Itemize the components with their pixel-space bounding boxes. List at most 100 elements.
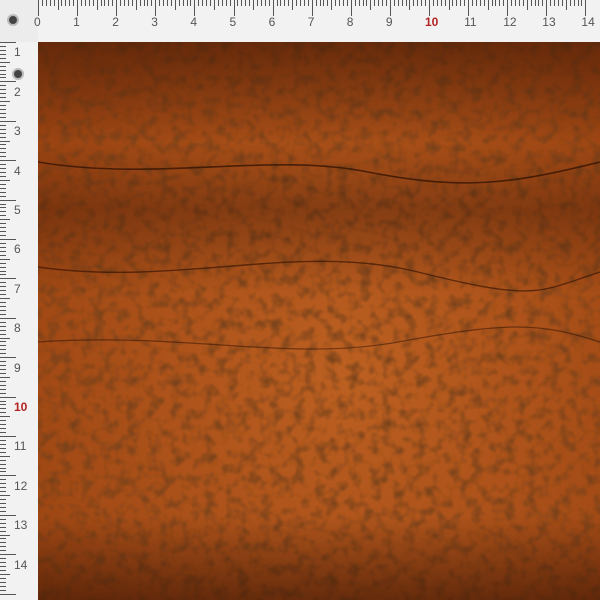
ruler-tick	[0, 372, 6, 374]
ruler-tick	[0, 152, 6, 154]
ruler-tick	[131, 0, 133, 6]
ruler-tick	[339, 0, 341, 6]
ruler-tick	[225, 0, 227, 6]
ruler-tick	[448, 0, 450, 10]
ruler-top-label: 11	[464, 15, 477, 29]
ruler-tick	[0, 522, 6, 524]
ruler-tick	[585, 0, 587, 16]
ruler-tick	[0, 97, 6, 99]
ruler-tick	[307, 0, 309, 6]
ruler-tick	[456, 0, 458, 6]
ruler-tick	[0, 42, 16, 43]
ruler-tick	[0, 195, 6, 197]
ruler-tick	[0, 593, 16, 595]
ruler-tick	[100, 0, 102, 6]
ruler-tick	[503, 0, 505, 6]
ruler-tick	[143, 0, 145, 6]
ruler-tick	[315, 0, 317, 6]
ruler-tick	[0, 337, 10, 339]
ruler-tick	[0, 258, 10, 260]
ruler-top-label: 0	[34, 15, 41, 29]
ruler-tick	[475, 0, 477, 6]
ruler-tick	[511, 0, 513, 6]
ruler-tick	[0, 274, 6, 276]
ruler-tick	[0, 341, 6, 343]
ruler-tick	[366, 0, 368, 6]
ruler-tick	[0, 396, 16, 398]
ruler-tick	[206, 0, 208, 6]
ruler-tick	[0, 69, 6, 71]
ruler-tick	[272, 0, 274, 16]
ruler-tick	[0, 546, 6, 548]
ruler-tick	[268, 0, 270, 6]
ruler-tick	[421, 0, 423, 6]
ruler-tick	[0, 569, 6, 571]
ruler-tick	[0, 49, 6, 51]
ruler-left-label: 9	[14, 360, 21, 375]
ruler-tick	[0, 187, 6, 189]
ruler-tick	[41, 0, 43, 6]
ruler-tick	[577, 0, 579, 6]
ruler-tick	[147, 0, 149, 6]
ruler-tick	[0, 286, 6, 288]
ruler-tick	[280, 0, 282, 6]
ruler-tick	[0, 479, 6, 481]
ruler-tick	[550, 0, 552, 6]
ruler-tick	[241, 0, 243, 6]
ruler-tick	[0, 463, 6, 465]
ruler-tick	[0, 518, 6, 520]
ruler-top-label: 2	[112, 15, 119, 29]
ruler-left-label: 2	[14, 84, 21, 99]
ruler-tick	[0, 160, 16, 162]
ruler-tick	[526, 0, 528, 10]
ruler-tick	[0, 246, 6, 248]
ruler-tick	[581, 0, 583, 6]
ruler-corner	[0, 0, 38, 42]
ruler-tick	[0, 93, 6, 95]
ruler-left-label: 8	[14, 321, 21, 336]
ruler-tick	[0, 459, 6, 461]
ruler-tick	[0, 526, 6, 528]
ruler-tick	[0, 124, 6, 126]
ruler-tick	[182, 0, 184, 6]
ruler-top-label: 4	[190, 15, 198, 29]
ruler-top-label: 1	[73, 15, 80, 29]
ruler-tick	[405, 0, 407, 6]
ruler-tick	[0, 53, 6, 55]
ruler-tick	[0, 369, 6, 371]
ruler-tick	[385, 0, 387, 6]
ruler-tick	[464, 0, 466, 6]
ruler-tick	[0, 349, 6, 351]
ruler-tick	[0, 191, 6, 193]
ruler-tick	[57, 0, 59, 10]
ruler-tick	[0, 290, 6, 292]
ruler-tick	[0, 585, 6, 587]
ruler-left-label: 12	[14, 478, 28, 493]
ruler-tick	[573, 0, 575, 6]
ruler-tick	[0, 305, 6, 307]
ruler-tick	[0, 250, 6, 252]
ruler-top-label: 8	[346, 15, 354, 29]
ruler-tick	[0, 357, 16, 359]
ruler-tick	[38, 0, 39, 16]
ruler-tick	[0, 475, 16, 477]
ruler-tick	[84, 0, 86, 6]
ruler-tick	[0, 471, 6, 473]
ruler-tick	[213, 0, 215, 10]
ruler-tick	[0, 487, 6, 489]
ruler-tick	[0, 432, 6, 434]
ruler-tick	[120, 0, 122, 6]
ruler-top-label: 13	[542, 15, 556, 29]
ruler-tick	[429, 0, 430, 16]
ruler-tick	[0, 416, 10, 418]
ruler-tick	[69, 0, 71, 6]
leather-texture	[38, 42, 600, 600]
ruler-tick	[530, 0, 532, 6]
ruler-tick	[483, 0, 485, 6]
ruler-tick	[327, 0, 329, 6]
ruler-tick	[249, 0, 251, 6]
ruler-tick	[0, 317, 16, 319]
ruler-tick	[61, 0, 63, 6]
ruler-tick	[0, 376, 10, 378]
ruler-tick	[0, 116, 6, 118]
